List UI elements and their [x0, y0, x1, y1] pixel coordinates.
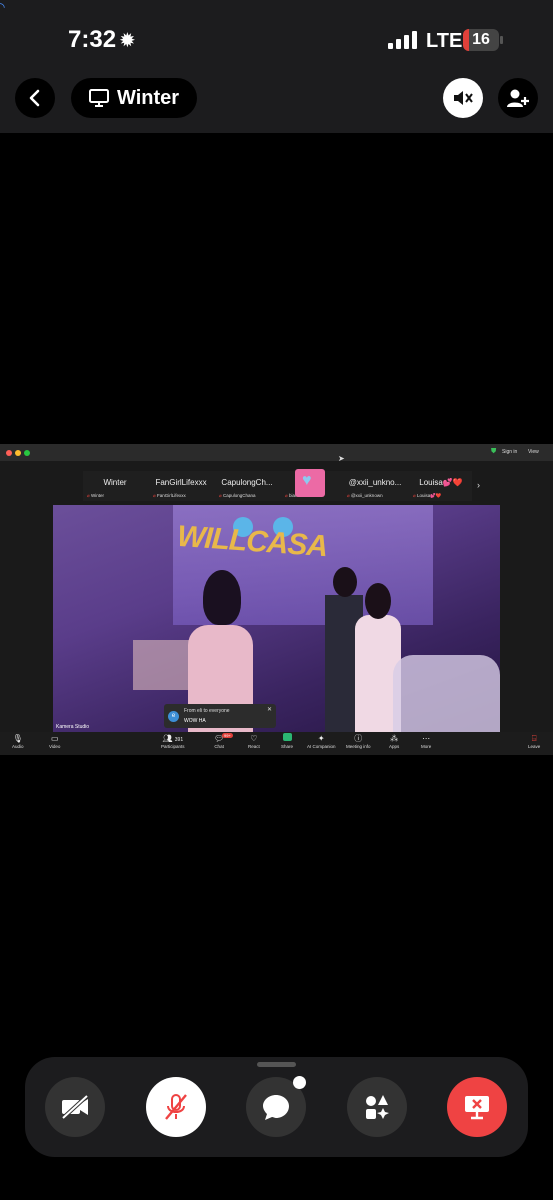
add-participant-button[interactable] — [498, 78, 538, 118]
chat-message: WOW HA — [184, 718, 206, 724]
mic-off-icon — [165, 1094, 187, 1120]
gear-icon: ✹ — [119, 30, 136, 52]
network-type: LTE — [426, 30, 463, 52]
mic-icon: 🎙︎ — [12, 734, 23, 743]
chevron-right-icon[interactable]: › — [477, 480, 480, 490]
ai-companion-button[interactable]: ✦ AI Companion — [307, 733, 336, 749]
meeting-info-button[interactable]: ⓘ Meeting info — [346, 733, 371, 749]
add-person-icon — [507, 89, 529, 107]
sender-avatar: e — [168, 711, 179, 722]
participant-tile: FanGirlLifexxx ⌀ FanGirlLifexxx — [153, 478, 207, 498]
stop-share-icon — [465, 1096, 489, 1120]
meeting-title: Winter — [117, 86, 180, 109]
share-button[interactable]: Share — [281, 733, 293, 749]
main-video: WILLCASA Kamera Studio — [53, 505, 500, 732]
notification-dot — [293, 1076, 306, 1089]
camera-off-icon — [61, 1094, 89, 1120]
meeting-header: Winter — [0, 66, 553, 133]
monitor-icon — [89, 89, 109, 107]
video-button[interactable]: ▭ Video — [49, 733, 60, 749]
stop-share-button[interactable] — [447, 1077, 507, 1137]
react-button[interactable]: ♡ React — [248, 733, 260, 749]
more-dots-icon: ⋯ — [422, 734, 431, 743]
people-icon: 👥︎ 391 — [162, 734, 184, 743]
shared-screen[interactable]: ⛊ Sign in View ➤ Winter ⌀ Winter FanGirl… — [0, 444, 553, 755]
apps-icon — [366, 1095, 389, 1119]
participant-avatar: ♥ — [295, 469, 325, 497]
speaker-button[interactable] — [443, 78, 483, 118]
close-dot — [6, 450, 12, 456]
sparkle-icon: ✦ — [317, 734, 325, 743]
close-icon[interactable]: ✕ — [267, 706, 272, 713]
participant-tile: Winter ⌀ Winter — [87, 478, 127, 498]
video-source-label: Kamera Studio — [56, 724, 90, 730]
battery-icon: 16 — [463, 29, 499, 51]
zoom-toolbar: 🎙︎ Audio ▭ Video 👥︎ 391 Participants 💬︎ … — [0, 732, 553, 755]
participant-tile: Louisa💕❤️ ⌀ Louisa💕❤️ — [413, 478, 463, 498]
chat-from: From eli to everyone — [184, 708, 230, 714]
share-arrow-icon — [282, 733, 292, 741]
leave-icon: ⍈ — [531, 734, 537, 743]
leave-button[interactable]: ⍈ Leave — [528, 733, 540, 749]
video-camera-icon: ▭ — [50, 734, 59, 743]
view-menu: View — [528, 449, 539, 455]
minimize-dot — [15, 450, 21, 456]
meeting-title-button[interactable]: Winter — [71, 78, 198, 118]
participants-button[interactable]: 👥︎ 391 Participants — [161, 733, 185, 749]
chat-notification[interactable]: e From eli to everyone WOW HA ✕ — [164, 704, 276, 728]
signal-icon — [388, 31, 418, 49]
shield-icon: ⛊ — [491, 448, 497, 455]
chat-badge: 99+ — [222, 733, 233, 738]
clock: 7:32 — [68, 26, 117, 53]
chat-button[interactable]: 💬︎ 99+ Chat — [214, 733, 233, 749]
drag-handle[interactable] — [257, 1062, 296, 1067]
window-titlebar: ⛊ Sign in View — [0, 444, 553, 461]
apps-icon: ⁂ — [390, 734, 399, 743]
more-button[interactable]: ⋯ More — [421, 733, 431, 749]
participant-tile: CapulongCh... ⌀ CapulongChana — [219, 478, 273, 498]
audio-button[interactable]: 🎙︎ Audio — [12, 733, 24, 749]
signin-link: Sign in — [502, 449, 518, 455]
camera-toggle-button[interactable] — [45, 1077, 105, 1137]
speaker-muted-icon — [454, 91, 473, 105]
battery-level: 16 — [472, 31, 490, 48]
chat-bubble-icon — [263, 1095, 289, 1120]
wifi-arc-icon: ◝ — [0, 0, 5, 14]
info-icon: ⓘ — [354, 734, 363, 743]
heart-icon: ♥ — [302, 472, 312, 489]
chevron-left-icon — [29, 89, 40, 107]
apps-toggle-button[interactable] — [347, 1077, 407, 1137]
back-button[interactable] — [15, 78, 55, 118]
mouse-cursor-icon: ➤ — [338, 454, 345, 463]
apps-button[interactable]: ⁂ Apps — [389, 733, 399, 749]
participant-tile: @xxii_unkno... ⌀ @xxii_unknown — [347, 478, 402, 498]
participants-strip: Winter ⌀ Winter FanGirlLifexxx ⌀ FanGirl… — [83, 471, 472, 501]
maximize-dot — [24, 450, 30, 456]
heart-outline-icon: ♡ — [250, 734, 258, 743]
mic-toggle-button[interactable] — [146, 1077, 206, 1137]
